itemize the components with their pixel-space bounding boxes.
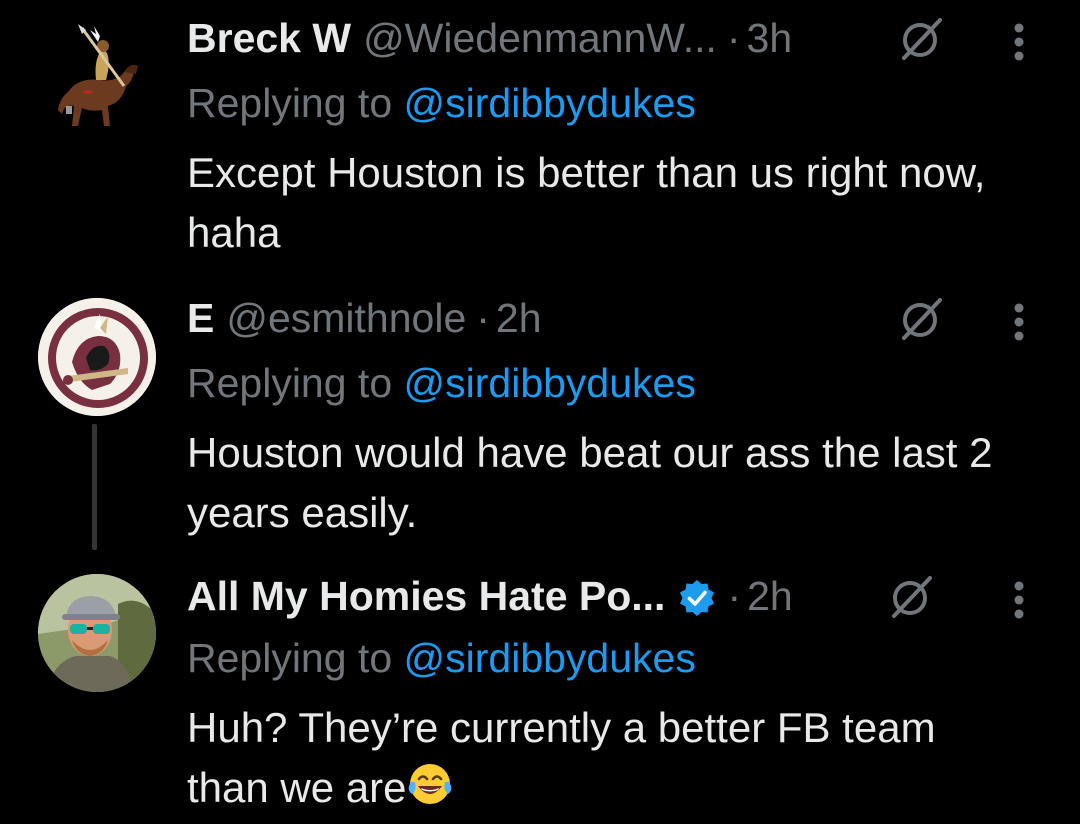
face-with-tears-of-joy-icon [406, 760, 454, 808]
replying-to-line: Replying to @sirdibbydukes [187, 75, 696, 131]
tweet-text: Except Houston is better than us right n… [187, 149, 986, 256]
tweet-header: Breck W @WiedenmannW... · 3h [187, 10, 792, 66]
verified-badge-icon [677, 576, 717, 616]
more-vertical-icon[interactable] [1004, 14, 1034, 70]
display-name[interactable]: E [187, 290, 214, 346]
grok-icon[interactable] [896, 294, 946, 344]
person-sunglasses-avatar[interactable] [38, 574, 156, 692]
reply-mention-link[interactable]: @sirdibbydukes [404, 635, 696, 681]
tweet-text: Huh? They’re currently a better FB team … [187, 698, 1007, 818]
person-sunglasses-avatar-icon [38, 574, 156, 692]
timestamp[interactable]: 2h [747, 568, 793, 624]
seminole-logo-avatar-icon [38, 298, 156, 416]
more-vertical-icon[interactable] [1004, 294, 1034, 350]
tweet-text: Houston would have beat our ass the last… [187, 429, 993, 536]
horse-rider-avatar[interactable] [38, 22, 156, 140]
grok-icon[interactable] [886, 572, 936, 622]
replying-to-line: Replying to @sirdibbydukes [187, 630, 696, 686]
separator-dot: · [726, 15, 741, 61]
username-handle[interactable]: @WiedenmannW... [363, 10, 717, 66]
more-vertical-icon[interactable] [1004, 572, 1034, 628]
horse-rider-avatar-icon [58, 24, 138, 126]
timestamp[interactable]: 2h [496, 290, 542, 346]
thread-connector-line [92, 424, 97, 550]
reply-mention-link[interactable]: @sirdibbydukes [404, 80, 696, 126]
grok-icon[interactable] [896, 14, 946, 64]
replying-to-line: Replying to @sirdibbydukes [187, 355, 696, 411]
separator-dot: · [727, 573, 742, 619]
replying-to-label: Replying to [187, 80, 393, 126]
display-name[interactable]: Breck W [187, 10, 351, 66]
seminole-logo-avatar[interactable] [38, 298, 156, 416]
separator-dot: · [476, 295, 490, 341]
tweet-text-content: Huh? They’re currently a better FB team … [187, 704, 936, 811]
username-handle[interactable]: @esmithnole [226, 290, 466, 346]
display-name[interactable]: All My Homies Hate Po... [187, 568, 665, 624]
timestamp[interactable]: 3h [747, 10, 793, 66]
replying-to-label: Replying to [187, 360, 393, 406]
reply-mention-link[interactable]: @sirdibbydukes [404, 360, 696, 406]
tweet[interactable]: Breck W @WiedenmannW... · 3h Replying to… [0, 0, 1080, 280]
tweet[interactable]: All My Homies Hate Po... · 2h Replying t… [0, 558, 1080, 824]
replying-to-label: Replying to [187, 635, 393, 681]
tweet[interactable]: E @esmithnole · 2h Replying to @sirdibby… [0, 280, 1080, 560]
tweet-header: E @esmithnole · 2h [187, 290, 542, 346]
tweet-header: All My Homies Hate Po... · 2h [187, 568, 793, 624]
